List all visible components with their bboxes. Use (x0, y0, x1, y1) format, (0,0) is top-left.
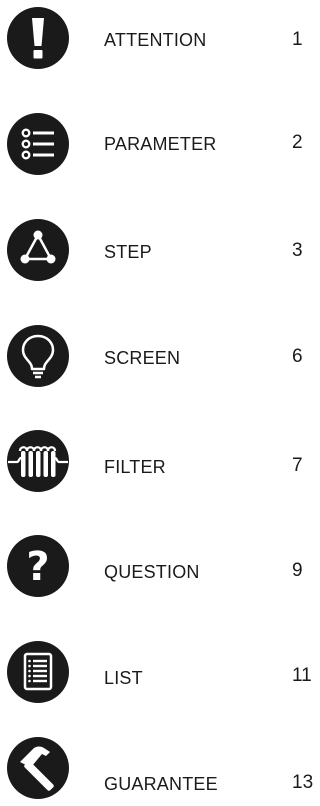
toc-item-page: 6 (292, 346, 303, 367)
toc-item-page: 3 (292, 240, 303, 261)
document-list-icon (6, 640, 70, 704)
toc-item-question[interactable]: ? QUESTION 9 (0, 534, 319, 604)
toc-item-attention[interactable]: ATTENTION 1 (0, 6, 319, 76)
toc-item-page: 13 (292, 772, 314, 793)
filter-coil-icon (6, 429, 70, 493)
triangle-nodes-icon (6, 218, 70, 282)
svg-text:?: ? (26, 544, 49, 590)
toc-item-page: 9 (292, 560, 303, 581)
table-of-contents: ATTENTION 1 PARAMETER 2 STEP 3 SCREEN 6 … (0, 0, 319, 804)
toc-item-page: 7 (292, 455, 303, 476)
toc-item-label: ATTENTION (104, 30, 207, 50)
toc-item-filter[interactable]: FILTER 7 (0, 429, 319, 499)
toc-item-label: GUARANTEE (104, 774, 218, 794)
toc-item-list[interactable]: LIST 11 (0, 640, 319, 710)
exclamation-icon (6, 6, 70, 70)
question-icon: ? (6, 534, 70, 598)
toc-item-label: PARAMETER (104, 134, 217, 154)
toc-item-guarantee[interactable]: GUARANTEE 13 (0, 736, 319, 806)
toc-item-parameter[interactable]: PARAMETER 2 (0, 112, 319, 182)
toc-item-page: 1 (292, 29, 303, 50)
list-bullets-icon (6, 112, 70, 176)
toc-item-label: STEP (104, 242, 152, 262)
toc-item-label: LIST (104, 668, 143, 688)
hammer-icon (6, 736, 70, 800)
lightbulb-icon (6, 324, 70, 388)
toc-item-label: FILTER (104, 457, 166, 477)
toc-item-label: SCREEN (104, 348, 181, 368)
toc-item-label: QUESTION (104, 562, 200, 582)
toc-item-page: 2 (292, 132, 303, 153)
toc-item-page: 11 (292, 665, 312, 686)
toc-item-step[interactable]: STEP 3 (0, 218, 319, 288)
toc-item-screen[interactable]: SCREEN 6 (0, 324, 319, 394)
